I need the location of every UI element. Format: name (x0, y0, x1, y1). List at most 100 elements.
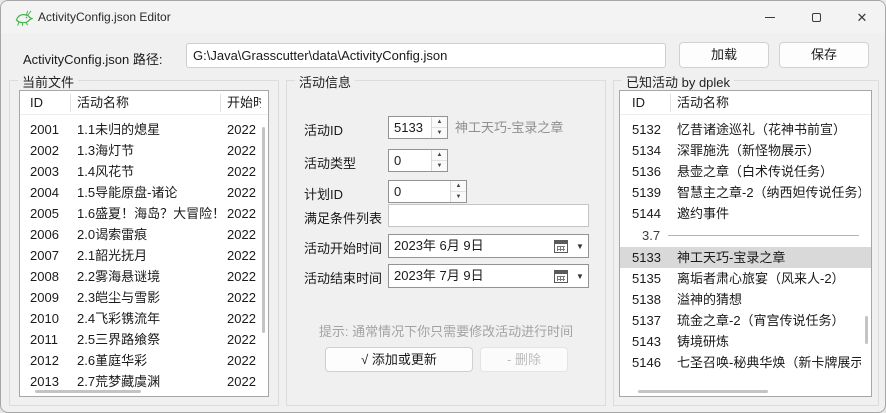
table-row[interactable]: 2001 1.1未归的熄星 2022 (20, 119, 268, 140)
row-name: 琉金之章-2（宵宫传说任务） (677, 310, 861, 331)
row-name: 离垢者肃心旅宴（风来人-2） (677, 268, 861, 289)
table-row[interactable]: 2012 2.6堇庭华彩 2022 (20, 350, 268, 371)
delete-button[interactable]: - 删除 (480, 347, 568, 372)
end-time-picker[interactable]: 2023年 7月 9日 ▼ (388, 264, 589, 288)
known-activities-group-title: 已知活动 by dplek (622, 72, 734, 91)
close-icon: ✕ (857, 11, 868, 24)
spinner-up-icon[interactable]: ▲ (432, 150, 447, 161)
row-id: 2004 (30, 182, 72, 203)
row-id: 5136 (632, 161, 672, 182)
activity-id-label: 活动ID (304, 120, 343, 139)
path-input[interactable]: G:\Java\Grasscutter\data\ActivityConfig.… (186, 43, 666, 68)
horizontal-scrollbar[interactable] (35, 390, 141, 393)
app-window: ActivityConfig.json Editor ✕ ActivityCon… (0, 0, 886, 413)
row-name: 2.3皑尘与雪影 (77, 287, 218, 308)
close-button[interactable]: ✕ (839, 1, 885, 33)
row-name: 2.4飞彩镌流年 (77, 308, 218, 329)
start-time-picker[interactable]: 2023年 6月 9日 ▼ (388, 234, 589, 258)
list-item[interactable]: 5139 智慧主之章-2（纳西妲传说任务） (620, 182, 871, 203)
spinner-up-icon[interactable]: ▲ (451, 181, 466, 192)
column-header-name[interactable]: 活动名称 (677, 91, 729, 115)
known-activities-group: 已知活动 by dplek ID 活动名称 5132 忆昔诸途巡礼（花神书前宣）… (613, 80, 879, 406)
table-row[interactable]: 2006 2.0谒索雷痕 2022 (20, 224, 268, 245)
known-activities-rows: 5132 忆昔诸途巡礼（花神书前宣） 5134 深罪施洗（新怪物展示） 5136… (620, 115, 871, 396)
load-button[interactable]: 加载 (679, 42, 769, 68)
list-item[interactable]: 5134 深罪施洗（新怪物展示） (620, 140, 871, 161)
spinner-down-icon[interactable]: ▼ (451, 192, 466, 202)
row-id: 2006 (30, 224, 72, 245)
vertical-scrollbar[interactable] (262, 127, 265, 333)
row-name: 智慧主之章-2（纳西妲传说任务） (677, 182, 861, 203)
dropdown-arrow-icon[interactable]: ▼ (572, 272, 588, 281)
list-item[interactable]: 5143 铸境研炼 (620, 331, 871, 352)
vertical-scrollbar[interactable] (865, 316, 868, 344)
list-item[interactable]: 5138 溢神的猜想 (620, 289, 871, 310)
activity-info-group: 活动信息 活动ID 5133 ▲ ▼ 神工天巧-宝录之章 活动类型 0 ▲ ▼ … (286, 80, 606, 406)
plan-id-spinner[interactable]: 0 ▲ ▼ (388, 180, 467, 203)
title-bar[interactable]: ActivityConfig.json Editor ✕ (1, 1, 885, 33)
column-separator[interactable] (70, 94, 71, 112)
list-item[interactable]: 5133 神工天巧-宝录之章 (620, 247, 871, 268)
start-time-value: 2023年 6月 9日 (389, 235, 554, 257)
table-row[interactable]: 2010 2.4飞彩镌流年 2022 (20, 308, 268, 329)
table-row[interactable]: 2002 1.3海灯节 2022 (20, 140, 268, 161)
row-id: 5135 (632, 268, 672, 289)
list-item[interactable]: 5135 离垢者肃心旅宴（风来人-2） (620, 268, 871, 289)
app-icon (14, 9, 33, 29)
row-name: 1.1未归的熄星 (77, 119, 218, 140)
column-separator[interactable] (220, 94, 221, 112)
condition-list-input[interactable] (388, 204, 589, 227)
row-name: 1.5导能原盘-诸论 (77, 182, 218, 203)
list-item[interactable]: 5132 忆昔诸途巡礼（花神书前宣） (620, 119, 871, 140)
add-or-update-button[interactable]: √ 添加或更新 (325, 347, 473, 372)
table-row[interactable]: 2003 1.4风花节 2022 (20, 161, 268, 182)
table-row[interactable]: 2007 2.1韶光抚月 2022 (20, 245, 268, 266)
column-header-id[interactable]: ID (30, 91, 43, 115)
activity-name-note: 神工天巧-宝录之章 (455, 117, 563, 136)
column-header-name[interactable]: 活动名称 (77, 91, 129, 115)
row-name: 悬壶之章（白术传说任务） (677, 161, 861, 182)
horizontal-scrollbar[interactable] (638, 390, 768, 393)
spinner-down-icon[interactable]: ▼ (432, 128, 447, 138)
table-row[interactable]: 2004 1.5导能原盘-诸论 2022 (20, 182, 268, 203)
column-header-start[interactable]: 开始时间 (227, 91, 261, 115)
list-item[interactable]: 5136 悬壶之章（白术传说任务） (620, 161, 871, 182)
table-row[interactable]: 2009 2.3皑尘与雪影 2022 (20, 287, 268, 308)
list-item[interactable]: 5137 琉金之章-2（宵宫传说任务） (620, 310, 871, 331)
row-start: 2022 (227, 245, 261, 266)
row-start: 2022 (227, 182, 261, 203)
spinner-up-icon[interactable]: ▲ (432, 117, 447, 128)
table-row[interactable]: 2013 2.7荒梦藏虞渊 2022 (20, 371, 268, 392)
row-name: 邀约事件 (677, 203, 861, 224)
row-id: 5132 (632, 119, 672, 140)
window-title: ActivityConfig.json Editor (38, 10, 171, 24)
table-row[interactable]: 2011 2.5三界路飨祭 2022 (20, 329, 268, 350)
row-name: 2.7荒梦藏虞渊 (77, 371, 218, 392)
row-id: 5137 (632, 310, 672, 331)
table-row[interactable]: 2005 1.6盛夏！海岛？大冒险！ 2022 (20, 203, 268, 224)
row-id: 2010 (30, 308, 72, 329)
activity-id-spinner[interactable]: 5133 ▲ ▼ (388, 116, 448, 139)
row-start: 2022 (227, 287, 261, 308)
version-label: 3.7 (642, 224, 660, 247)
row-id: 5138 (632, 289, 672, 310)
column-separator[interactable] (670, 94, 671, 112)
row-id: 5139 (632, 182, 672, 203)
list-item[interactable]: 5146 七圣召唤-秘典华焕（新卡牌展示页） (620, 352, 871, 373)
activity-type-spinner[interactable]: 0 ▲ ▼ (388, 149, 448, 172)
current-file-group: 当前文件 ID 活动名称 开始时间 2001 1.1未归的熄星 2022 (9, 80, 279, 406)
start-time-label: 活动开始时间 (304, 238, 382, 257)
save-button[interactable]: 保存 (779, 42, 869, 68)
table-row[interactable]: 2008 2.2雾海悬谜境 2022 (20, 266, 268, 287)
spinner-down-icon[interactable]: ▼ (432, 161, 447, 171)
list-item[interactable]: 5144 邀约事件 (620, 203, 871, 224)
maximize-button[interactable] (793, 1, 839, 33)
activity-info-group-title: 活动信息 (295, 72, 355, 91)
minimize-button[interactable] (747, 1, 793, 33)
row-id: 5134 (632, 140, 672, 161)
column-header-id[interactable]: ID (632, 91, 645, 115)
dropdown-arrow-icon[interactable]: ▼ (572, 242, 588, 251)
calendar-icon (554, 270, 568, 283)
known-activities-list-header: ID 活动名称 (620, 91, 871, 115)
row-id: 2013 (30, 371, 72, 392)
